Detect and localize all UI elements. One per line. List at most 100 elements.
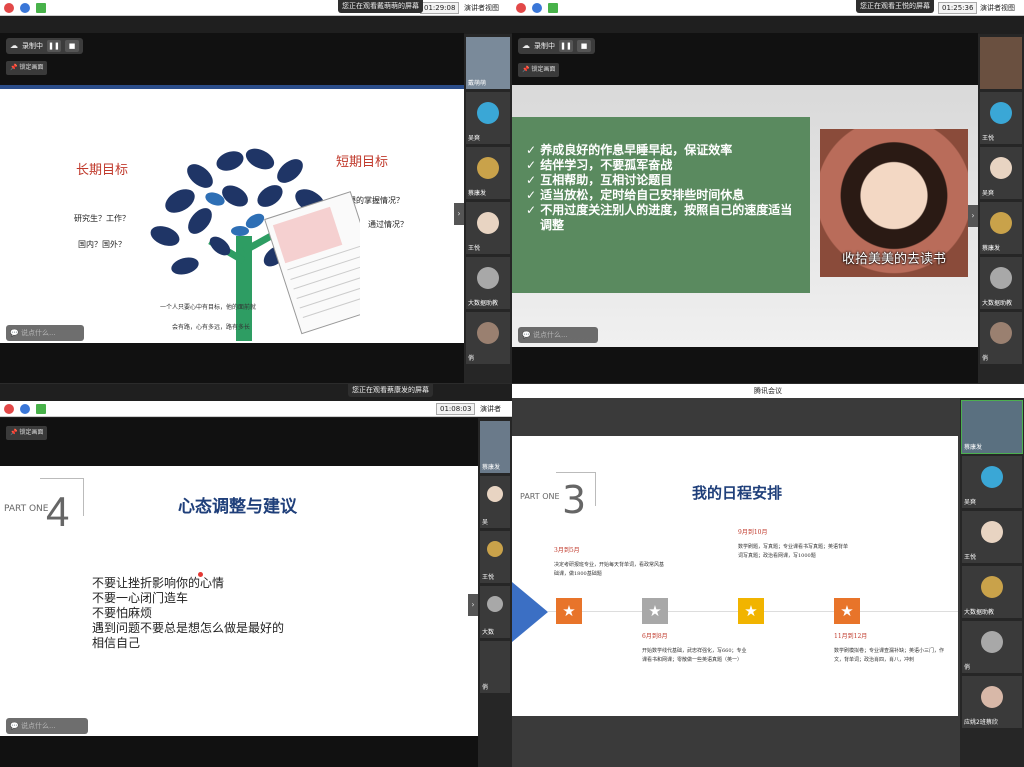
recording-bar: ☁ 录制中 ❚❚ ■ xyxy=(6,38,83,54)
presenter-view-button[interactable]: 演讲者视图 xyxy=(980,2,1015,14)
avatar xyxy=(487,486,503,502)
participant-tile[interactable]: 俏 xyxy=(466,312,510,364)
participant-tile[interactable]: 蔡康发 xyxy=(980,202,1022,254)
signal-icon xyxy=(36,3,46,13)
tip-item: ✓ 结伴学习，不要孤军奋战 xyxy=(526,158,673,172)
slide-line: 不要让挫折影响你的心情 xyxy=(92,576,225,590)
participant-tile[interactable]: 大数 xyxy=(480,586,510,638)
participant-name: 王悦 xyxy=(468,245,481,252)
participant-tile[interactable] xyxy=(980,37,1022,89)
participant-tile[interactable]: 王悦 xyxy=(962,511,1022,563)
stop-button[interactable]: ■ xyxy=(577,40,591,52)
pause-button[interactable]: ❚❚ xyxy=(47,40,61,52)
participant-tile[interactable]: 王悦 xyxy=(480,531,510,583)
stop-button[interactable]: ■ xyxy=(65,40,79,52)
chat-placeholder: 说点什么... xyxy=(20,722,56,730)
slide-goals: 长期目标 短期目标 研究生？工作？ 国内？国外？ 课的掌握情况？ 通过情况？ 一… xyxy=(0,85,464,343)
participant-name: 俏 xyxy=(982,355,989,362)
participant-name: 吴爽 xyxy=(468,135,481,142)
participant-name: 蔡康发 xyxy=(964,444,983,451)
participant-tile[interactable]: 戴萌萌 xyxy=(466,37,510,89)
viewing-banner: 您正在观看王悦的屏幕 xyxy=(856,0,934,13)
info-icon xyxy=(4,404,14,414)
screen-share-pane-schedule: 腾讯会议 PART ONE 3 我的日程安排 ★ ★ ★ ★ 3月到5月 决定考研… xyxy=(512,384,1024,767)
status-bar: 01:08:03 演讲者 xyxy=(0,401,512,417)
participant-tile[interactable]: 吴 xyxy=(480,476,510,528)
participant-tile[interactable]: 蔡康发 xyxy=(480,421,510,473)
participant-tile[interactable]: 大数据助教 xyxy=(980,257,1022,309)
avatar xyxy=(477,267,499,289)
slide-bullet-list: 不要让挫折影响你的心情 不要一心闭门造车 不要怕麻烦 遇到问题不要总是想怎么做是… xyxy=(92,576,284,651)
cloud-icon: ☁ xyxy=(10,41,18,50)
chat-input[interactable]: 💬 说点什么... xyxy=(6,718,88,734)
participant-tile[interactable]: 蔡康发 xyxy=(961,400,1023,454)
pin-screen-button[interactable]: 📌 锁定画面 xyxy=(6,61,48,75)
expand-panel-button[interactable]: › xyxy=(468,594,478,616)
event-heading: 3月到5月 xyxy=(554,547,580,554)
expand-panel-button[interactable]: › xyxy=(968,205,978,227)
schedule-event-3: 6月到8月 开始数学线代基础，武忠祥强化，写660；专业课看书和网课；零散做一些英… xyxy=(642,632,750,665)
participant-tile[interactable]: 应姚2班蔡欣 xyxy=(962,676,1022,728)
chat-input[interactable]: 💬 说点什么... xyxy=(6,325,84,341)
info-icon xyxy=(516,3,526,13)
participant-name: 大数据助教 xyxy=(964,609,995,616)
signal-icon xyxy=(36,404,46,414)
recording-label: 录制中 xyxy=(534,42,555,50)
event-text: 决定考研报班专业，开始每天背单词，看政常风基础课，做1800基础题 xyxy=(554,562,665,577)
slide-question-2: 国内？国外？ xyxy=(78,240,126,249)
participant-name: 蔡康发 xyxy=(468,190,487,197)
expand-panel-button[interactable]: › xyxy=(454,203,464,225)
chat-placeholder: 说点什么... xyxy=(20,329,56,337)
participant-name: 吴爽 xyxy=(982,190,995,197)
slide-right-question-2: 通过情况？ xyxy=(368,220,408,229)
tip-item: ✓ 互相帮助，互相讨论题目 xyxy=(526,173,673,187)
participant-tile[interactable]: 俏 xyxy=(480,641,510,693)
tip-item: ✓ 养成良好的作息早睡早起，保证效率 xyxy=(526,143,733,157)
pin-label: 锁定画面 xyxy=(19,429,44,436)
schedule-event-2: 9月到10月 数学刷题，写真题；专业课看书写真题；英语背单词写真题；政治看网课，写… xyxy=(738,528,848,561)
shield-icon xyxy=(20,3,30,13)
participant-name: 吴爽 xyxy=(964,499,977,506)
participant-tile[interactable]: 蔡康发 xyxy=(466,147,510,199)
pin-screen-button[interactable]: 📌 锁定画面 xyxy=(518,63,560,77)
slide-question-1: 研究生？工作？ xyxy=(74,214,130,223)
recording-bar: ☁ 录制中 ❚❚ ■ xyxy=(518,38,595,54)
tip-item: ✓ 适当放松，定时给自己安排些时间休息 xyxy=(526,188,745,202)
event-heading: 9月到10月 xyxy=(738,529,768,536)
presenter-view-button[interactable]: 演讲者 xyxy=(480,403,501,415)
pause-button[interactable]: ❚❚ xyxy=(559,40,573,52)
participant-tile[interactable]: 大数据助教 xyxy=(466,257,510,309)
milestone-star-icon: ★ xyxy=(834,598,860,624)
presenter-view-button[interactable]: 演讲者视图 xyxy=(464,2,499,14)
slide-line: 不要怕麻烦 xyxy=(92,606,153,620)
participant-tile[interactable]: 王悦 xyxy=(466,202,510,254)
chat-placeholder: 说点什么... xyxy=(532,331,568,339)
screen-share-pane-wang: 01:25:36 演讲者视图 您正在观看王悦的屏幕 ☁ 录制中 ❚❚ ■ 📌 锁定画… xyxy=(512,0,1024,383)
avatar xyxy=(990,102,1012,124)
participant-tile[interactable]: 吴爽 xyxy=(962,456,1022,508)
pin-screen-button[interactable]: 📌 锁定画面 xyxy=(6,426,48,440)
status-icons xyxy=(4,404,46,414)
participant-tile[interactable]: 吴爽 xyxy=(980,147,1022,199)
pin-label: 锁定画面 xyxy=(531,66,556,73)
status-icons xyxy=(516,3,558,13)
avatar xyxy=(477,212,499,234)
event-heading: 11月到12月 xyxy=(834,633,868,640)
participant-tile[interactable]: 王悦 xyxy=(980,92,1022,144)
chat-input[interactable]: 💬 说点什么... xyxy=(518,327,598,343)
milestone-star-icon: ★ xyxy=(738,598,764,624)
shield-icon xyxy=(532,3,542,13)
participant-sidebar: 蔡康发 吴 王悦 大数 俏 xyxy=(478,418,512,767)
participant-tile[interactable]: 俏 xyxy=(980,312,1022,364)
participant-name: 俏 xyxy=(482,684,489,691)
screen-share-pane-dai: 01:29:08 演讲者视图 您正在观看戴萌萌的屏幕 ☁ 录制中 ❚❚ ■ 📌 锁定… xyxy=(0,0,512,383)
avatar xyxy=(477,157,499,179)
participant-tile[interactable]: 俏 xyxy=(962,621,1022,673)
participant-sidebar: 蔡康发 吴爽 王悦 大数据助教 俏 应姚2班蔡欣 xyxy=(960,398,1024,767)
participant-sidebar: 王悦 吴爽 蔡康发 大数据助教 俏 xyxy=(978,34,1024,383)
participant-name: 大数据助教 xyxy=(468,300,499,307)
participant-name: 王悦 xyxy=(482,574,495,581)
participant-tile[interactable]: 吴爽 xyxy=(466,92,510,144)
participant-tile[interactable]: 大数据助教 xyxy=(962,566,1022,618)
status-icons xyxy=(4,3,46,13)
